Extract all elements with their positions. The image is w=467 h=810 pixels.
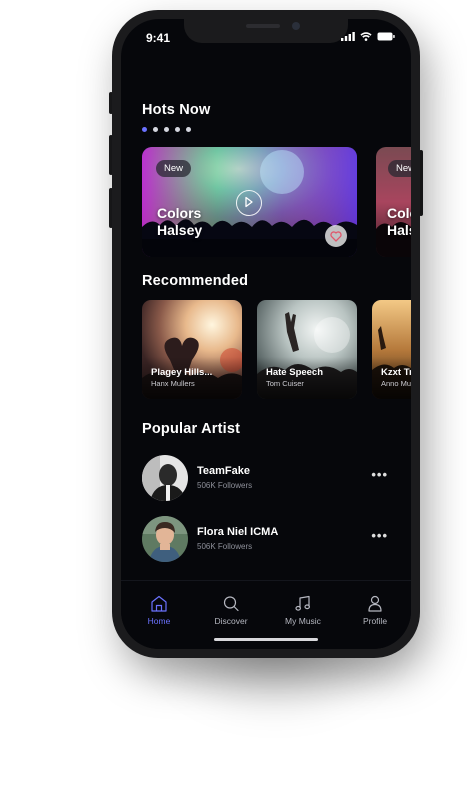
artist-row[interactable]: TeamFake 506K Followers ••• — [142, 455, 402, 501]
signal-icon — [341, 32, 355, 41]
tab-label: My Music — [285, 616, 321, 626]
music-note-icon — [295, 595, 311, 611]
recommended-card[interactable]: Hate Speech Tom Cuiser — [257, 300, 357, 399]
hots-now-title: Hots Now — [142, 102, 211, 118]
status-icons — [341, 32, 395, 41]
carousel-pagination[interactable] — [142, 127, 191, 132]
tab-label: Home — [147, 616, 171, 626]
tab-discover[interactable]: Discover — [195, 595, 267, 626]
home-icon — [151, 595, 167, 612]
user-icon — [368, 595, 382, 612]
front-camera — [292, 22, 300, 30]
artist-photo-bw — [142, 455, 188, 501]
recommended-card-title: Hate Speech — [266, 367, 324, 378]
tab-profile[interactable]: Profile — [339, 595, 411, 626]
hot-card-artist: Halsey — [387, 222, 411, 238]
artist-followers: 506K Followers — [197, 542, 253, 551]
pagination-dot-active[interactable] — [142, 127, 147, 132]
notch — [184, 19, 348, 43]
avatar — [142, 516, 188, 562]
heart-icon — [330, 230, 342, 242]
card-gradient — [372, 357, 411, 399]
hot-card-title: Colors — [157, 205, 202, 221]
home-indicator[interactable] — [214, 638, 318, 641]
tab-home[interactable]: Home — [123, 595, 195, 626]
card-gradient — [257, 357, 357, 399]
recommended-card-artist: Hanx Mullers — [151, 379, 195, 388]
app-screen: 9:41 Hots Now New Colors Halsey Ne Col H… — [121, 19, 411, 649]
popular-artist-title: Popular Artist — [142, 421, 241, 437]
avatar — [142, 455, 188, 501]
speaker-grille — [246, 24, 280, 28]
recommended-card-title: Kzxt Tr — [381, 367, 411, 378]
recommended-card-artist: Anno Mu — [381, 379, 411, 388]
artist-photo-color — [142, 516, 188, 562]
recommended-card[interactable]: Kzxt Tr Anno Mu — [372, 300, 411, 399]
play-icon — [244, 196, 253, 207]
new-badge: New — [388, 160, 411, 177]
more-options-icon[interactable]: ••• — [371, 528, 388, 543]
hot-card-caption: Colors Halsey — [387, 205, 411, 239]
status-time: 9:41 — [146, 31, 171, 45]
battery-icon — [377, 32, 395, 41]
new-badge: New — [156, 160, 192, 177]
hot-card-title: Colors — [387, 205, 411, 221]
hot-card-artist: Halsey — [157, 222, 203, 238]
hot-card[interactable]: New Colors Halsey — [376, 147, 411, 257]
recommended-card[interactable]: Plagey Hills... Hanx Mullers — [142, 300, 242, 399]
pagination-dot[interactable] — [164, 127, 169, 132]
tab-label: Profile — [362, 616, 388, 626]
more-options-icon[interactable]: ••• — [371, 467, 388, 482]
wifi-icon — [360, 32, 372, 41]
hot-card[interactable]: New Colors Halsey — [142, 147, 357, 257]
artist-name: TeamFake — [197, 465, 250, 477]
artist-name: Flora Niel ICMA — [197, 526, 279, 538]
pagination-dot[interactable] — [153, 127, 158, 132]
recommended-card-artist: Tom Cuiser — [266, 379, 304, 388]
hot-card-caption: Colors Halsey — [157, 205, 202, 239]
tab-my-music[interactable]: My Music — [267, 595, 339, 626]
artist-followers: 506K Followers — [197, 481, 253, 490]
tab-label: Discover — [214, 616, 248, 626]
recommended-title: Recommended — [142, 273, 249, 289]
search-icon — [223, 596, 239, 612]
recommended-card-title: Plagey Hills... — [151, 367, 213, 378]
pagination-dot[interactable] — [175, 127, 180, 132]
favorite-button[interactable] — [325, 225, 347, 247]
play-button[interactable] — [236, 190, 262, 216]
pagination-dot[interactable] — [186, 127, 191, 132]
card-gradient — [142, 357, 242, 399]
artist-row[interactable]: Flora Niel ICMA 506K Followers ••• — [142, 516, 402, 562]
